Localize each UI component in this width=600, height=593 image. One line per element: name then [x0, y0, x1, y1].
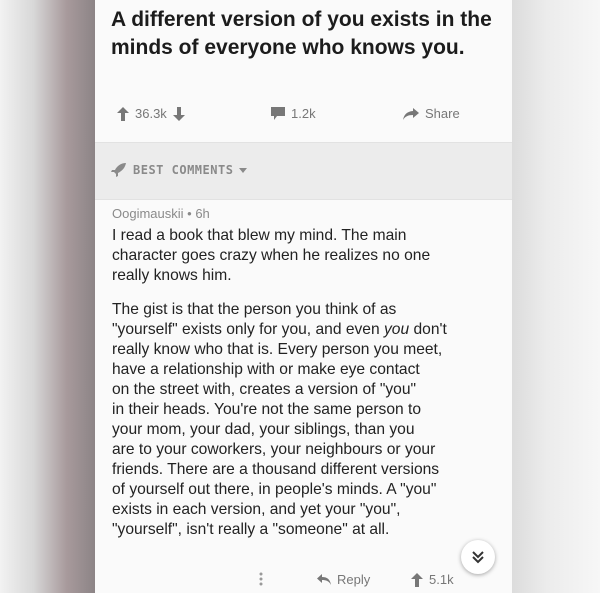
comment-bubble-icon [271, 107, 285, 120]
post-action-bar: 36.3k 1.2k Share [95, 100, 512, 130]
share-label: Share [425, 106, 460, 121]
comment-footer: Reply 5.1k [95, 566, 512, 593]
comment-author[interactable]: Oogimauskii [112, 206, 184, 221]
vertical-dots-icon[interactable] [259, 572, 263, 586]
comment-paragraph: The gist is that the person you think of… [112, 300, 512, 540]
reply-arrow-icon [317, 574, 331, 585]
comment-age: • 6h [187, 206, 210, 221]
post-title: A different version of you exists in the… [111, 8, 492, 59]
comment-body: I read a book that blew my mind. The mai… [112, 226, 512, 554]
post-upvote-count: 36.3k [135, 106, 167, 121]
share-arrow-icon [403, 107, 419, 120]
reply-button[interactable]: Reply [317, 572, 370, 587]
background-right [512, 0, 600, 593]
background-left [0, 0, 95, 593]
comment-emphasis: you [383, 321, 410, 338]
comments-button[interactable]: 1.2k [271, 106, 316, 121]
arrow-up-icon[interactable] [117, 106, 129, 121]
comment-paragraph: I read a book that blew my mind. The mai… [112, 227, 431, 284]
arrow-down-icon[interactable] [172, 106, 185, 121]
comment-sort-bar: BEST COMMENTS [95, 142, 512, 200]
sort-dropdown[interactable]: BEST COMMENTS [111, 163, 248, 177]
post-card: A different version of you exists in the… [95, 0, 512, 593]
double-chevron-down-icon [471, 550, 485, 564]
comments-count: 1.2k [291, 106, 316, 121]
comment-text: The gist is that the person you think of… [112, 301, 397, 338]
comment-upvote-count: 5.1k [429, 572, 454, 587]
comment-meta: Oogimauskii • 6h [112, 206, 210, 221]
share-button[interactable]: Share [403, 106, 460, 121]
arrow-up-icon[interactable] [411, 572, 423, 587]
caret-down-icon [239, 167, 248, 173]
scroll-down-button[interactable] [461, 540, 495, 574]
sort-label: BEST COMMENTS [133, 163, 234, 177]
comment-text: don't really know who that is. Every per… [112, 321, 447, 538]
vote-control: 36.3k [117, 106, 185, 121]
rocket-icon [111, 163, 127, 177]
comment-vote-control: 5.1k [411, 572, 454, 587]
reply-label: Reply [337, 572, 371, 587]
